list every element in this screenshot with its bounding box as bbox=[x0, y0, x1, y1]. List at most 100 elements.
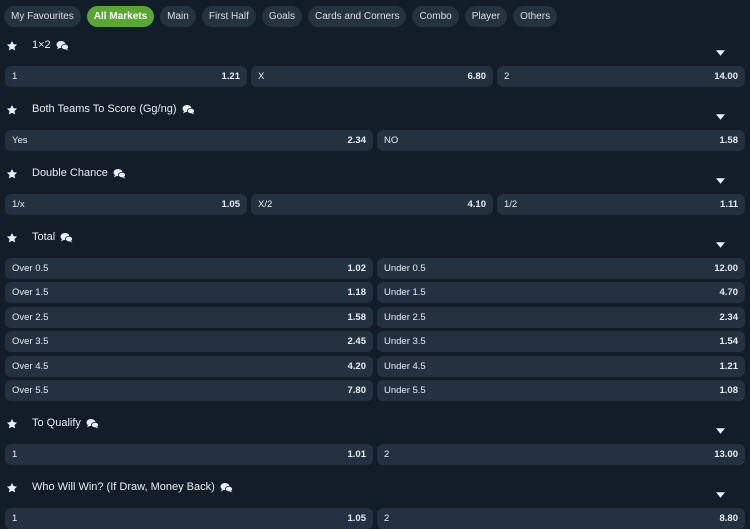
market-header[interactable]: Both Teams To Score (Gg/ng) bbox=[0, 98, 750, 122]
odds-value: 2.34 bbox=[719, 312, 739, 323]
odds-button[interactable]: X/2 4.10 bbox=[251, 194, 493, 215]
selection-label: Under 1.5 bbox=[384, 287, 426, 298]
market-title-wrap: 1×2 bbox=[32, 39, 69, 51]
odds-button[interactable]: NO 1.58 bbox=[377, 130, 745, 151]
selection-label: Under 2.5 bbox=[384, 312, 426, 323]
odds-button[interactable]: Under 0.5 12.00 bbox=[377, 258, 745, 279]
tab-my-favourites[interactable]: My Favourites bbox=[4, 6, 81, 27]
odds-button[interactable]: Over 2.5 1.58 bbox=[5, 307, 373, 328]
market-title: 1×2 bbox=[32, 39, 51, 51]
chevron-down-icon[interactable] bbox=[716, 43, 725, 56]
star-icon[interactable] bbox=[6, 481, 18, 493]
market-header[interactable]: Double Chance bbox=[0, 162, 750, 186]
star-icon[interactable] bbox=[6, 167, 18, 179]
odds-value: 13.00 bbox=[714, 449, 738, 460]
chevron-down-icon[interactable] bbox=[716, 107, 725, 120]
odds-button[interactable]: Under 5.5 1.08 bbox=[377, 380, 745, 401]
selection-label: 2 bbox=[384, 513, 390, 524]
market-title-wrap: Double Chance bbox=[32, 167, 126, 179]
odds-button[interactable]: Over 5.5 7.80 bbox=[5, 380, 373, 401]
market-filter-tabs: My Favourites All Markets Main First Half Go… bbox=[4, 6, 558, 27]
selection-label: Over 4.5 bbox=[12, 361, 49, 372]
tab-main[interactable]: Main bbox=[160, 6, 196, 27]
tab-first-half[interactable]: First Half bbox=[201, 6, 256, 27]
odds-value: 1.58 bbox=[719, 135, 739, 146]
odds-button[interactable]: Over 3.5 2.45 bbox=[5, 331, 373, 352]
odds-button[interactable]: Under 1.5 4.70 bbox=[377, 282, 745, 303]
selection-label: 1 bbox=[12, 513, 18, 524]
odds-value: 1.21 bbox=[719, 361, 739, 372]
market-title: To Qualify bbox=[32, 417, 81, 429]
selection-label: Under 3.5 bbox=[384, 336, 426, 347]
selection-label: Yes bbox=[12, 135, 28, 146]
odds-button[interactable]: Over 0.5 1.02 bbox=[5, 258, 373, 279]
selection-label: Over 2.5 bbox=[12, 312, 49, 323]
chevron-down-icon[interactable] bbox=[716, 421, 725, 434]
star-icon[interactable] bbox=[6, 417, 18, 429]
odds-button[interactable]: 1/2 1.11 bbox=[497, 194, 745, 215]
market-title-wrap: Total bbox=[32, 231, 74, 243]
market-title: Who Will Win? (If Draw, Money Back) bbox=[32, 481, 215, 493]
market-header[interactable]: Who Will Win? (If Draw, Money Back) bbox=[0, 476, 750, 500]
chevron-down-icon[interactable] bbox=[716, 171, 725, 184]
chat-bubbles-icon[interactable] bbox=[220, 482, 233, 493]
odds-value: 1.58 bbox=[347, 312, 367, 323]
odds-button[interactable]: Under 2.5 2.34 bbox=[377, 307, 745, 328]
chat-bubbles-icon[interactable] bbox=[60, 232, 74, 243]
odds-value: 12.00 bbox=[714, 263, 738, 274]
odds-value: 7.80 bbox=[347, 385, 367, 396]
odds-button[interactable]: Under 3.5 1.54 bbox=[377, 331, 745, 352]
star-icon[interactable] bbox=[6, 231, 18, 243]
odds-button[interactable]: 2 8.80 bbox=[377, 508, 745, 529]
odds-button[interactable]: 2 13.00 bbox=[377, 444, 745, 465]
selection-label: 1/2 bbox=[504, 199, 518, 210]
odds-button[interactable]: 1/x 1.05 bbox=[5, 194, 247, 215]
chat-bubbles-icon[interactable] bbox=[182, 104, 195, 115]
chat-bubbles-icon[interactable] bbox=[86, 418, 99, 429]
chevron-down-icon[interactable] bbox=[716, 485, 725, 498]
odds-value: 4.20 bbox=[347, 361, 367, 372]
chat-bubbles-icon[interactable] bbox=[56, 40, 69, 51]
odds-button[interactable]: Yes 2.34 bbox=[5, 130, 373, 151]
market-title-wrap: Both Teams To Score (Gg/ng) bbox=[32, 103, 195, 115]
odds-button[interactable]: 1 1.01 bbox=[5, 444, 373, 465]
odds-button[interactable]: X 6.80 bbox=[251, 66, 493, 87]
odds-button[interactable]: Under 4.5 1.21 bbox=[377, 356, 745, 377]
odds-button[interactable]: 1 1.05 bbox=[5, 508, 373, 529]
market-header[interactable]: To Qualify bbox=[0, 412, 750, 436]
chat-bubbles-icon[interactable] bbox=[113, 168, 126, 179]
tab-combo[interactable]: Combo bbox=[412, 6, 459, 27]
odds-button[interactable]: Over 1.5 1.18 bbox=[5, 282, 373, 303]
odds-value: 1.02 bbox=[347, 263, 367, 274]
odds-value: 6.80 bbox=[467, 71, 487, 82]
star-icon[interactable] bbox=[6, 103, 18, 115]
odds-button[interactable]: Over 4.5 4.20 bbox=[5, 356, 373, 377]
market-title: Double Chance bbox=[32, 167, 108, 179]
odds-value: 14.00 bbox=[714, 71, 738, 82]
chevron-down-icon[interactable] bbox=[716, 235, 725, 248]
odds-value: 1.11 bbox=[720, 199, 738, 210]
selection-label: Under 4.5 bbox=[384, 361, 426, 372]
market-header[interactable]: Total bbox=[0, 226, 750, 250]
selection-label: X/2 bbox=[258, 199, 273, 210]
tab-others[interactable]: Others bbox=[513, 6, 558, 27]
star-icon[interactable] bbox=[6, 39, 18, 51]
odds-value: 1.08 bbox=[719, 385, 739, 396]
odds-value: 8.80 bbox=[719, 513, 739, 524]
odds-button[interactable]: 1 1.21 bbox=[5, 66, 247, 87]
tab-cards-and-corners[interactable]: Cards and Corners bbox=[307, 6, 407, 27]
selection-label: NO bbox=[384, 135, 399, 146]
market-title: Total bbox=[32, 231, 56, 243]
market-header[interactable]: 1×2 bbox=[0, 34, 750, 58]
odds-button[interactable]: 2 14.00 bbox=[497, 66, 745, 87]
odds-value: 2.45 bbox=[347, 336, 367, 347]
tab-player[interactable]: Player bbox=[464, 6, 508, 27]
selection-label: Over 0.5 bbox=[12, 263, 49, 274]
selection-label: 2 bbox=[384, 449, 390, 460]
odds-value: 1.18 bbox=[347, 287, 367, 298]
tab-goals[interactable]: Goals bbox=[261, 6, 302, 27]
odds-value: 1.01 bbox=[347, 449, 367, 460]
selection-label: X bbox=[258, 71, 265, 82]
tab-all-markets[interactable]: All Markets bbox=[86, 6, 155, 27]
odds-value: 1.54 bbox=[719, 336, 739, 347]
